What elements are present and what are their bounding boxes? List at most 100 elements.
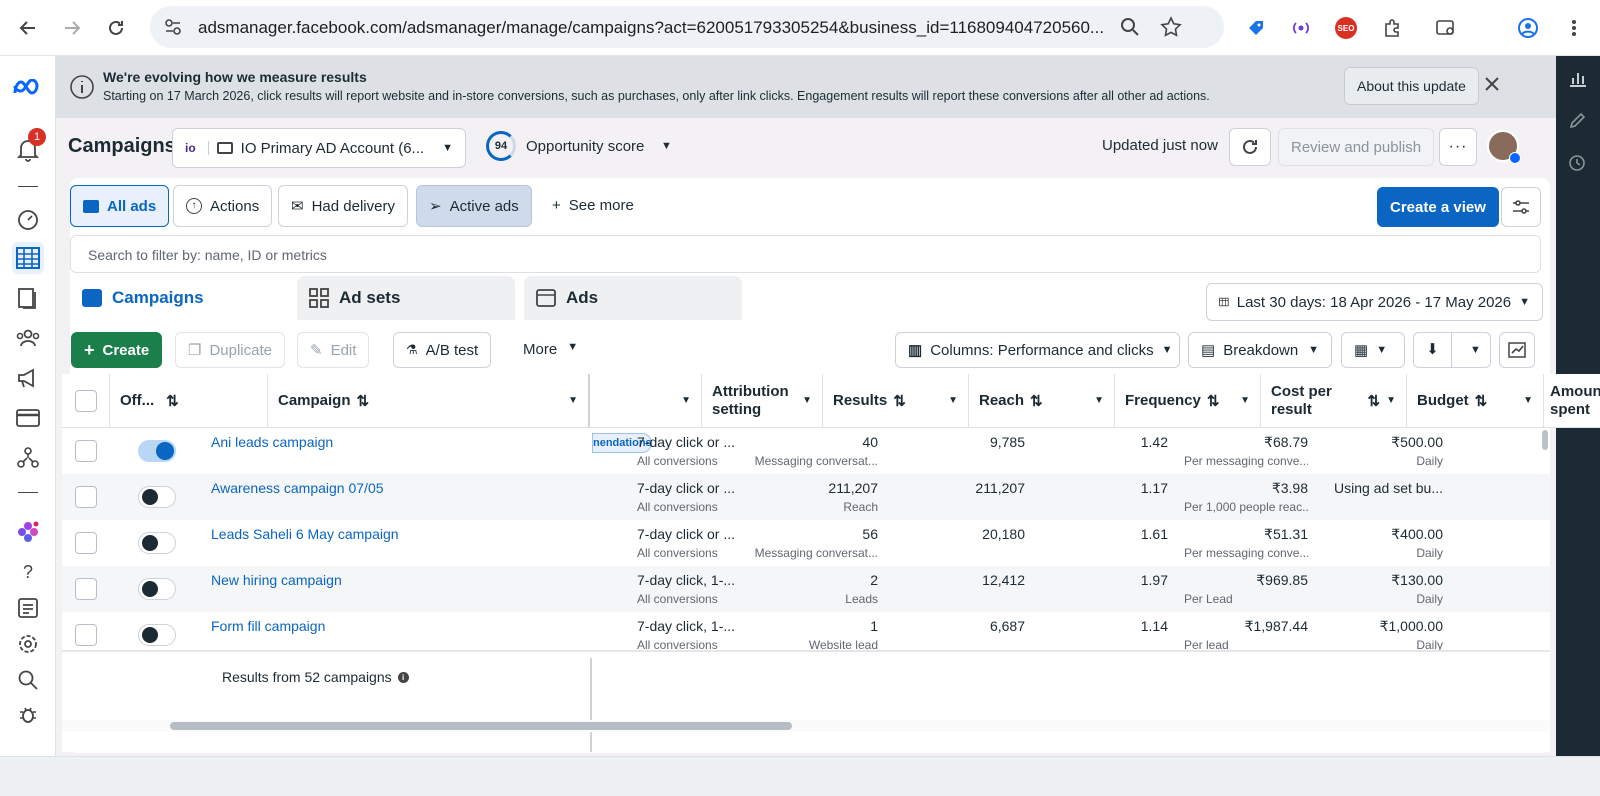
breakdown-dropdown[interactable]: ▤ Breakdown ▼ — [1188, 332, 1332, 368]
campaign-name-link[interactable]: Leads Saheli 6 May campaign — [211, 526, 581, 542]
meta-logo-icon[interactable] — [12, 72, 44, 104]
opportunity-chevron-icon[interactable]: ▼ — [661, 140, 672, 152]
select-all-checkbox[interactable] — [74, 389, 97, 412]
extension-broadcast-icon[interactable] — [1287, 14, 1315, 42]
chevron-down-icon[interactable]: ▼ — [1094, 395, 1104, 406]
ab-test-button[interactable]: ⚗ A/B test — [393, 332, 492, 368]
budget-value[interactable]: ₹1,000.00 — [1327, 618, 1443, 635]
zoom-icon[interactable] — [1120, 17, 1140, 42]
view-had-delivery[interactable]: ✉ Had delivery — [278, 185, 408, 227]
tab-campaigns[interactable]: Campaigns — [70, 276, 289, 320]
charts-button[interactable] — [1499, 332, 1535, 368]
export-dropdown[interactable]: ⬇ ▼ — [1413, 332, 1491, 368]
opportunity-score-label[interactable]: Opportunity score — [526, 138, 644, 155]
chevron-down-icon[interactable]: ▼ — [681, 395, 691, 406]
date-range-picker[interactable]: Last 30 days: 18 Apr 2026 - 17 May 2026 ▼ — [1206, 283, 1543, 321]
table-row[interactable]: Ani leads campaign nendations 7-day click … — [62, 428, 1550, 474]
chevron-down-icon[interactable]: ▼ — [1386, 395, 1396, 406]
campaign-toggle[interactable] — [138, 486, 176, 508]
back-icon[interactable] — [14, 14, 42, 42]
about-update-button[interactable]: About this update — [1344, 67, 1479, 105]
avatar[interactable] — [1487, 130, 1521, 164]
bookmark-star-icon[interactable] — [1160, 16, 1182, 43]
campaign-name-link[interactable]: Ani leads campaign — [211, 434, 581, 450]
header-campaign[interactable]: Campaign ⇅ ▼ — [268, 374, 590, 428]
extension-tag-icon[interactable] — [1242, 14, 1270, 42]
review-publish-button[interactable]: Review and publish — [1278, 128, 1435, 166]
sort-icon[interactable]: ⇅ — [166, 392, 179, 410]
cost-per-result-value[interactable]: ₹68.79 — [1182, 434, 1308, 451]
row-checkbox[interactable] — [75, 486, 97, 508]
business-settings-icon[interactable] — [12, 442, 44, 474]
table-row[interactable]: New hiring campaign 7-day click, 1-... All… — [62, 566, 1550, 612]
budget-value[interactable]: ₹500.00 — [1327, 434, 1443, 451]
more-options-button[interactable]: ··· — [1439, 128, 1477, 166]
meta-ai-flower-icon[interactable] — [12, 516, 44, 548]
view-actions[interactable]: ↑ Actions — [173, 185, 273, 227]
vertical-scrollbar[interactable] — [1542, 430, 1548, 450]
chevron-down-icon[interactable]: ▼ — [1523, 395, 1533, 406]
view-all-ads[interactable]: All ads — [70, 185, 170, 227]
help-icon[interactable]: ? — [12, 556, 44, 588]
results-value[interactable]: 211,207 — [752, 480, 878, 496]
header-attribution[interactable]: Attribution setting ▼ — [702, 374, 823, 428]
columns-dropdown[interactable]: ▥ Columns: Performance and clicks ▼ — [895, 332, 1180, 368]
view-active-ads[interactable]: ➢ Active ads — [416, 185, 532, 227]
search-icon[interactable] — [12, 664, 44, 696]
cost-per-result-value[interactable]: ₹51.31 — [1182, 526, 1308, 543]
row-checkbox[interactable] — [75, 440, 97, 462]
cost-per-result-value[interactable]: ₹1,987.44 — [1182, 618, 1308, 635]
row-checkbox[interactable] — [75, 578, 97, 600]
audiences-icon[interactable] — [12, 322, 44, 354]
chevron-down-icon[interactable]: ▼ — [1240, 395, 1250, 406]
pages-icon[interactable] — [12, 282, 44, 314]
campaign-name-link[interactable]: New hiring campaign — [211, 572, 581, 588]
duplicate-button[interactable]: ❐ Duplicate — [175, 332, 285, 368]
horizontal-scrollbar-track[interactable] — [62, 720, 1550, 732]
campaigns-table-icon[interactable] — [12, 242, 44, 274]
table-row[interactable]: Awareness campaign 07/05 7-day click or .… — [62, 474, 1550, 520]
dashboard-gauge-icon[interactable] — [12, 204, 44, 236]
address-bar[interactable]: adsmanager.facebook.com/adsmanager/manag… — [150, 6, 1224, 48]
browser-menu-icon[interactable] — [1560, 14, 1588, 42]
close-icon[interactable] — [1484, 76, 1500, 97]
chevron-down-icon[interactable]: ▼ — [568, 395, 578, 406]
extensions-puzzle-icon[interactable] — [1378, 14, 1406, 42]
budget-value[interactable]: ₹400.00 — [1327, 526, 1443, 543]
header-reach[interactable]: Reach ⇅ ▼ — [969, 374, 1115, 428]
budget-value[interactable]: ₹130.00 — [1327, 572, 1443, 589]
sort-icon[interactable]: ⇅ — [1368, 392, 1381, 410]
reload-icon[interactable] — [102, 14, 130, 42]
results-value[interactable]: 56 — [752, 526, 878, 542]
campaign-toggle[interactable] — [138, 624, 176, 646]
profile-icon[interactable] — [1514, 14, 1542, 42]
row-checkbox[interactable] — [75, 624, 97, 646]
account-selector[interactable]: io IO Primary AD Account (6... ▼ — [172, 128, 466, 168]
budget-value[interactable]: Using ad set bu... — [1327, 480, 1443, 496]
see-more-button[interactable]: + See more — [552, 197, 634, 214]
edit-button[interactable]: ✎ Edit — [297, 332, 370, 368]
campaign-toggle[interactable] — [138, 440, 176, 462]
results-value[interactable]: 40 — [752, 434, 878, 450]
cost-per-result-value[interactable]: ₹969.85 — [1182, 572, 1308, 589]
campaign-name-link[interactable]: Form fill campaign — [211, 618, 581, 634]
chart-bars-icon[interactable] — [1568, 70, 1588, 93]
campaign-toggle[interactable] — [138, 532, 176, 554]
extension-seo-icon[interactable]: SEO — [1332, 14, 1360, 42]
horizontal-scrollbar-thumb[interactable] — [170, 722, 792, 730]
refresh-button[interactable] — [1229, 128, 1271, 166]
table-row[interactable]: Leads Saheli 6 May campaign 7-day click o… — [62, 520, 1550, 566]
sort-icon[interactable]: ⇅ — [893, 392, 906, 410]
opportunity-score-ring[interactable]: 94 — [486, 131, 516, 161]
campaign-toggle[interactable] — [138, 578, 176, 600]
billing-card-icon[interactable] — [12, 402, 44, 434]
chevron-down-icon[interactable]: ▼ — [948, 395, 958, 406]
edit-pencil-icon[interactable] — [1568, 112, 1586, 135]
results-value[interactable]: 1 — [752, 618, 878, 634]
reports-dropdown[interactable]: ▦ ▼ — [1341, 332, 1405, 368]
cost-per-result-value[interactable]: ₹3.98 — [1182, 480, 1308, 497]
tab-search-icon[interactable] — [1432, 14, 1460, 42]
sort-icon[interactable]: ⇅ — [1475, 392, 1488, 410]
header-results[interactable]: Results ⇅ ▼ — [823, 374, 969, 428]
header-amount-spent[interactable]: Amount spent — [1544, 374, 1600, 428]
